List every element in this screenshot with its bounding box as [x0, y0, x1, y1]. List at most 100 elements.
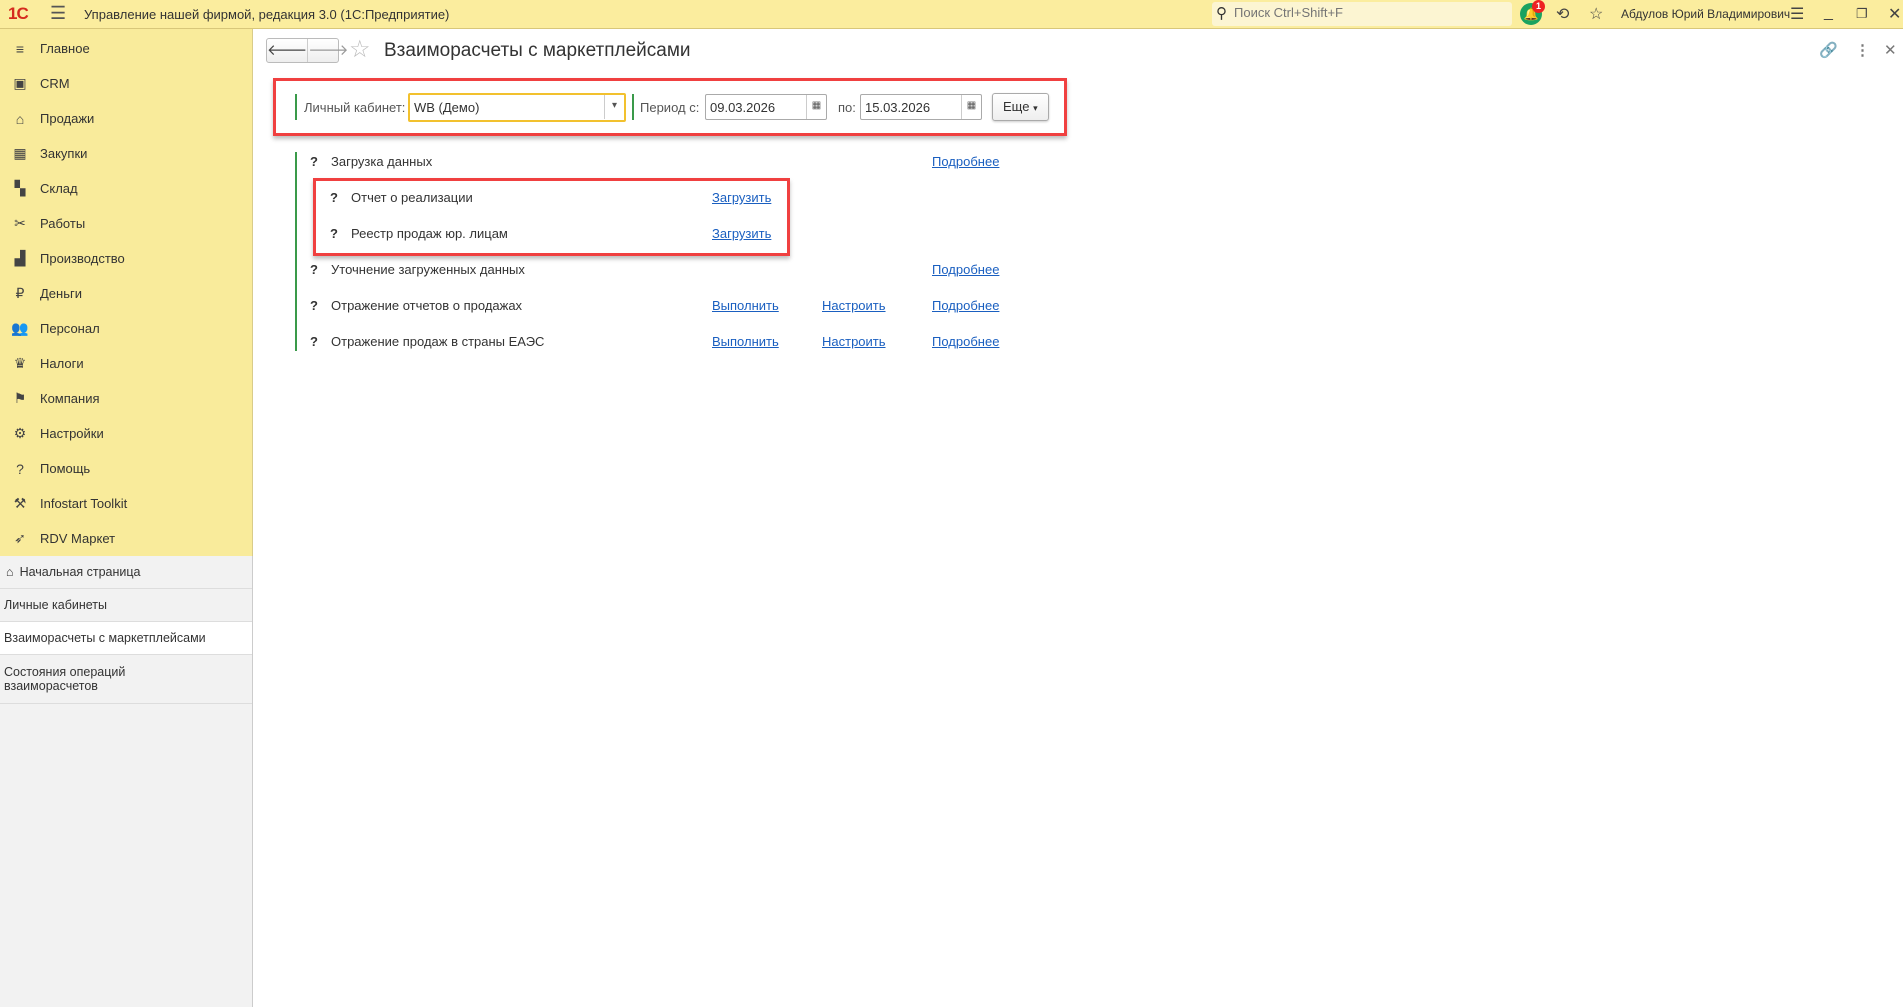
sidebar-item-label: Закупки [40, 146, 88, 161]
field-marker [632, 94, 634, 120]
sidebar-item-4[interactable]: ▚ Склад [0, 171, 252, 206]
minimize-icon[interactable]: _ [1824, 4, 1833, 22]
task-sales-reports: Отражение отчетов о продажах [331, 298, 523, 313]
history-icon[interactable]: ⟲ [1556, 4, 1569, 24]
open-item-mutual-settlements[interactable]: Взаиморасчеты с маркетплейсами [0, 622, 252, 655]
help-icon[interactable]: ? [330, 226, 338, 241]
field-marker [295, 94, 297, 120]
close-form-icon[interactable]: ✕ [1884, 41, 1897, 59]
back-arrow-icon[interactable]: 🡐 [267, 39, 307, 62]
sidebar-item-3[interactable]: ▦ Закупки [0, 136, 252, 171]
search-icon: ⚲ [1216, 5, 1227, 22]
favorites-star-icon[interactable]: ☆ [1589, 4, 1603, 24]
task-eaeu-sales: Отражение продаж в страны ЕАЭС [331, 334, 545, 349]
open-windows-panel: ⌂ Начальная страница Личные кабинеты Взаи… [0, 556, 253, 1007]
dropdown-arrow-icon[interactable]: ▾ [604, 95, 624, 119]
eaeu-setup-link[interactable]: Настроить [822, 334, 886, 349]
section-icon: ▣ [13, 75, 27, 91]
sidebar-item-9[interactable]: ♛ Налоги [0, 346, 252, 381]
global-search[interactable]: ⚲ [1212, 2, 1512, 26]
link-icon[interactable]: 🔗 [1819, 41, 1838, 59]
reports-run-link[interactable]: Выполнить [712, 298, 779, 313]
sidebar-item-label: Персонал [40, 321, 100, 336]
section-icon: ▚ [14, 180, 26, 196]
task-group-marker [295, 152, 297, 351]
load-details-link[interactable]: Подробнее [932, 154, 999, 169]
open-item-operation-states[interactable]: Состояния операций взаиморасчетов [0, 655, 140, 703]
sidebar-item-5[interactable]: ✂ Работы [0, 206, 252, 241]
task-load-data: Загрузка данных [331, 154, 433, 169]
main-menu-icon[interactable]: ☰ [50, 3, 66, 24]
sidebar-item-11[interactable]: ⚙ Настройки [0, 416, 252, 451]
sidebar-item-label: Infostart Toolkit [40, 496, 128, 511]
sidebar-item-label: Помощь [40, 461, 91, 476]
section-icon: ≡ [15, 40, 25, 57]
forward-arrow-icon[interactable]: 🡒 [307, 39, 348, 62]
cabinet-select[interactable]: WB (Демо) ▾ [408, 93, 626, 122]
notifications-badge: 1 [1532, 0, 1545, 13]
sidebar-item-2[interactable]: ⌂ Продажи [0, 101, 252, 136]
calendar-icon[interactable]: ▦ [806, 95, 826, 119]
sidebar-item-0[interactable]: ≡ Главное [0, 31, 252, 66]
sales-report-load-link[interactable]: Загрузить [712, 190, 771, 205]
sidebar-item-label: RDV Маркет [40, 531, 116, 546]
sidebar-item-14[interactable]: ➶ RDV Маркет [0, 521, 252, 556]
user-name[interactable]: Абдулов Юрий Владимирович [1621, 7, 1790, 21]
sidebar-item-12[interactable]: ? Помощь [0, 451, 252, 486]
section-icon: ✂ [14, 215, 26, 231]
more-actions-icon[interactable]: ⋮ [1855, 41, 1870, 59]
sidebar-item-label: Главное [40, 41, 90, 56]
home-icon: ⌂ [6, 565, 14, 579]
period-from-label: Период с: [640, 100, 700, 115]
sidebar-item-label: Работы [40, 216, 86, 231]
sidebar-item-label: Склад [40, 181, 78, 196]
chevron-down-icon: ▾ [1033, 103, 1038, 113]
close-app-icon[interactable]: ✕ [1888, 4, 1901, 24]
sidebar-item-label: Налоги [40, 356, 84, 371]
section-icon: ⚒ [13, 495, 27, 511]
help-icon[interactable]: ? [310, 262, 318, 277]
sidebar-item-1[interactable]: ▣ CRM [0, 66, 252, 101]
sidebar-item-10[interactable]: ⚑ Компания [0, 381, 252, 416]
period-to-label: по: [838, 100, 856, 115]
calendar-icon[interactable]: ▦ [961, 95, 981, 119]
section-icon: ➶ [14, 530, 26, 546]
cabinet-label: Личный кабинет: [304, 100, 406, 115]
section-icon: ▟ [14, 250, 26, 266]
refine-details-link[interactable]: Подробнее [932, 262, 999, 277]
sidebar-item-6[interactable]: ▟ Производство [0, 241, 252, 276]
section-icon: ⌂ [15, 110, 25, 127]
search-input[interactable] [1234, 5, 1504, 20]
favorite-star-icon[interactable]: ☆ [349, 35, 371, 64]
task-legal-sales-registry: Реестр продаж юр. лицам [351, 226, 508, 241]
open-item-home[interactable]: ⌂ Начальная страница [0, 556, 252, 589]
page-title: Взаиморасчеты с маркетплейсами [384, 40, 691, 61]
sidebar-item-7[interactable]: ₽ Деньги [0, 276, 252, 311]
settings-menu-icon[interactable]: ☰ [1790, 4, 1804, 24]
help-icon[interactable]: ? [330, 190, 338, 205]
section-icon: ₽ [15, 285, 25, 301]
sidebar-item-label: CRM [40, 76, 70, 91]
sidebar-item-13[interactable]: ⚒ Infostart Toolkit [0, 486, 252, 521]
eaeu-details-link[interactable]: Подробнее [932, 334, 999, 349]
section-icon: ⚙ [13, 425, 27, 441]
restore-icon[interactable]: ❐ [1856, 6, 1868, 22]
open-item-cabinets[interactable]: Личные кабинеты [0, 589, 252, 622]
sidebar-item-label: Продажи [40, 111, 95, 126]
help-icon[interactable]: ? [310, 334, 318, 349]
sections-sidebar: ≡ Главное ▣ CRM ⌂ Продажи ▦ Закупки ▚ Склад ✂ Работ… [0, 29, 253, 556]
date-from-input[interactable]: 09.03.2026 ▦ [705, 94, 827, 120]
sidebar-item-8[interactable]: 👥 Персонал [0, 311, 252, 346]
help-icon[interactable]: ? [310, 154, 318, 169]
date-to-input[interactable]: 15.03.2026 ▦ [860, 94, 982, 120]
section-icon: 👥 [11, 320, 29, 336]
1c-logo: 1С [8, 4, 29, 23]
more-button[interactable]: Еще ▾ [992, 93, 1049, 121]
sidebar-item-label: Компания [40, 391, 100, 406]
reports-setup-link[interactable]: Настроить [822, 298, 886, 313]
eaeu-run-link[interactable]: Выполнить [712, 334, 779, 349]
sidebar-item-label: Деньги [40, 286, 82, 301]
registry-load-link[interactable]: Загрузить [712, 226, 771, 241]
help-icon[interactable]: ? [310, 298, 318, 313]
reports-details-link[interactable]: Подробнее [932, 298, 999, 313]
